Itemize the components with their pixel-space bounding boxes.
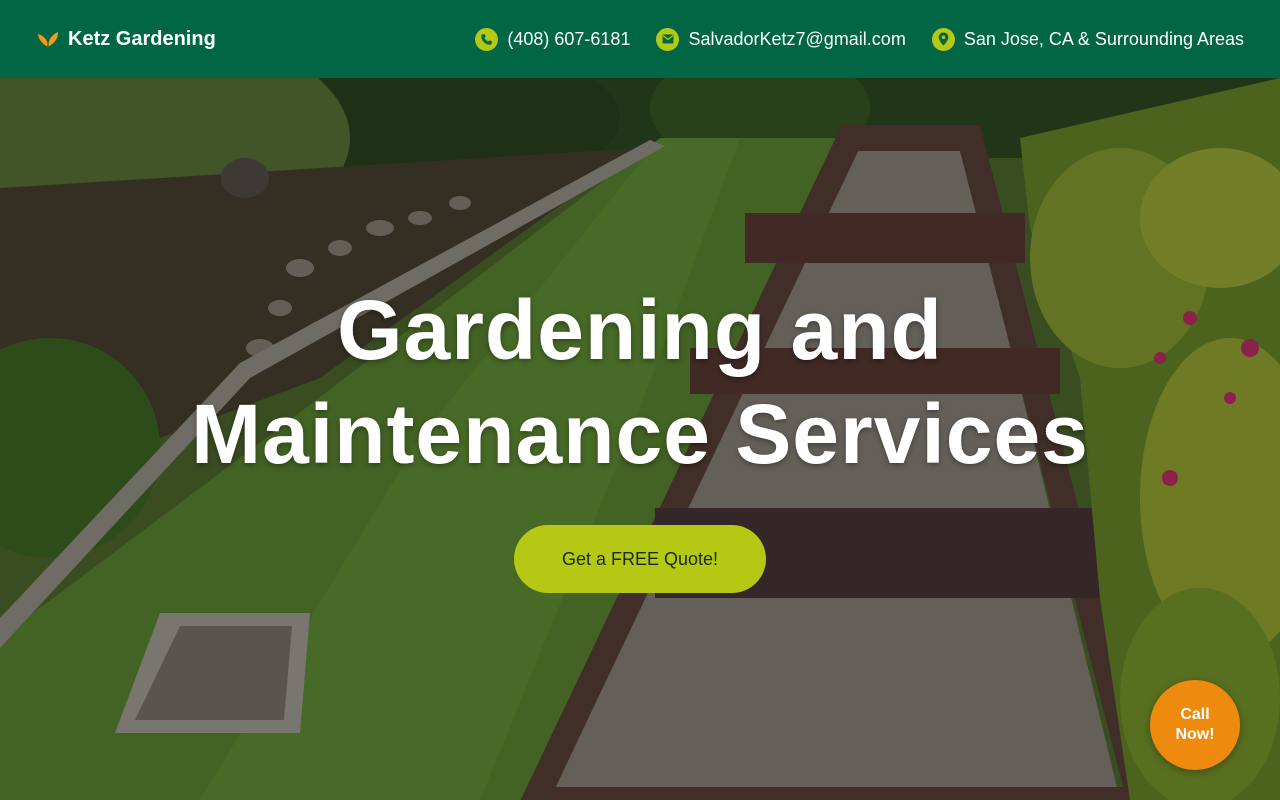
- brand[interactable]: Ketz Gardening: [36, 28, 216, 51]
- phone-contact[interactable]: (408) 607-6181: [475, 27, 631, 51]
- email-contact[interactable]: SalvadorKetz7@gmail.com: [656, 27, 906, 51]
- location-contact: San Jose, CA & Surrounding Areas: [931, 27, 1244, 51]
- headline-line-2: Maintenance Services: [191, 387, 1089, 481]
- top-header-bar: Ketz Gardening (408) 607-6181 SalvadorKe…: [0, 0, 1280, 78]
- headline-line-1: Gardening and: [337, 283, 943, 377]
- brand-name: Ketz Gardening: [68, 27, 216, 50]
- contact-info: (408) 607-6181 SalvadorKetz7@gmail.com S…: [475, 27, 1244, 51]
- free-quote-button[interactable]: Get a FREE Quote!: [514, 525, 766, 593]
- location-pin-icon: [931, 27, 955, 51]
- phone-icon: [475, 27, 499, 51]
- mail-icon: [656, 27, 680, 51]
- hero-headline: Gardening and Maintenance Services: [0, 278, 1280, 486]
- call-now-button[interactable]: Call Now!: [1150, 680, 1240, 770]
- service-area: San Jose, CA & Surrounding Areas: [963, 28, 1244, 49]
- email-address: SalvadorKetz7@gmail.com: [688, 28, 906, 49]
- phone-number: (408) 607-6181: [507, 28, 631, 49]
- leaf-icon: [36, 29, 60, 49]
- hero-section: Gardening and Maintenance Services Get a…: [0, 78, 1280, 800]
- call-now-label: Call Now!: [1175, 706, 1215, 743]
